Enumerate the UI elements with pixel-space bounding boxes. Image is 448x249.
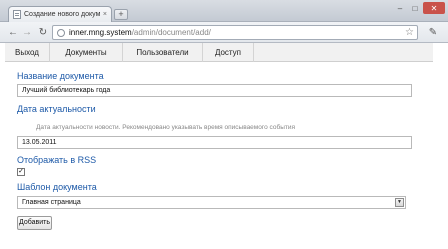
browser-toolbar: ← → ↻ inner.mng.system /admin/document/a… xyxy=(0,22,448,43)
page-content: Выход Документы Пользователи Доступ Назв… xyxy=(0,43,448,249)
template-select[interactable]: Главная страница ▼ xyxy=(17,196,406,209)
rss-checkbox[interactable]: ✓ xyxy=(17,168,25,176)
browser-window: Создание нового докуме... × + – □ ✕ ← → … xyxy=(0,0,448,249)
menu-item-documents[interactable]: Документы xyxy=(50,43,123,62)
maximize-button[interactable]: □ xyxy=(408,2,422,14)
template-label: Шаблон документа xyxy=(17,182,97,192)
address-host: inner.mng.system xyxy=(69,28,132,37)
menu-item-users[interactable]: Пользователи xyxy=(123,43,203,62)
chevron-down-icon[interactable]: ▼ xyxy=(395,198,404,207)
close-tab-icon[interactable]: × xyxy=(103,11,107,18)
page-icon xyxy=(13,10,21,19)
tab-title: Создание нового докуме... xyxy=(24,11,100,18)
admin-menu: Выход Документы Пользователи Доступ xyxy=(5,43,433,62)
date-label: Дата актуальности xyxy=(17,104,96,114)
new-tab-button[interactable]: + xyxy=(114,9,128,20)
star-icon[interactable]: ☆ xyxy=(405,26,414,39)
address-path: /admin/document/add/ xyxy=(131,28,211,37)
add-button[interactable]: Добавить xyxy=(17,216,52,230)
back-button[interactable]: ← xyxy=(6,26,20,40)
reload-button[interactable]: ↻ xyxy=(36,26,50,40)
close-window-button[interactable]: ✕ xyxy=(423,2,445,14)
date-input[interactable]: 13.05.2011 xyxy=(17,136,412,149)
date-hint: Дата актуальности новости. Рекомендовано… xyxy=(36,124,295,131)
forward-button[interactable]: → xyxy=(20,26,34,40)
template-selected-value: Главная страница xyxy=(22,199,81,206)
document-title-input[interactable]: Лучший библиотекарь года xyxy=(17,84,412,97)
wrench-icon[interactable]: ✎ xyxy=(425,26,441,40)
document-title-label: Название документа xyxy=(17,71,104,81)
browser-tab[interactable]: Создание нового докуме... × xyxy=(8,6,112,22)
tab-strip: Создание нового докуме... × + – □ ✕ xyxy=(0,0,448,22)
menu-item-access[interactable]: Доступ xyxy=(203,43,254,62)
rss-label: Отображать в RSS xyxy=(17,155,97,165)
menu-item-logout[interactable]: Выход xyxy=(5,43,50,62)
address-bar[interactable]: inner.mng.system /admin/document/add/ ☆ xyxy=(52,25,418,40)
globe-icon xyxy=(57,28,65,37)
minimize-button[interactable]: – xyxy=(393,2,407,14)
